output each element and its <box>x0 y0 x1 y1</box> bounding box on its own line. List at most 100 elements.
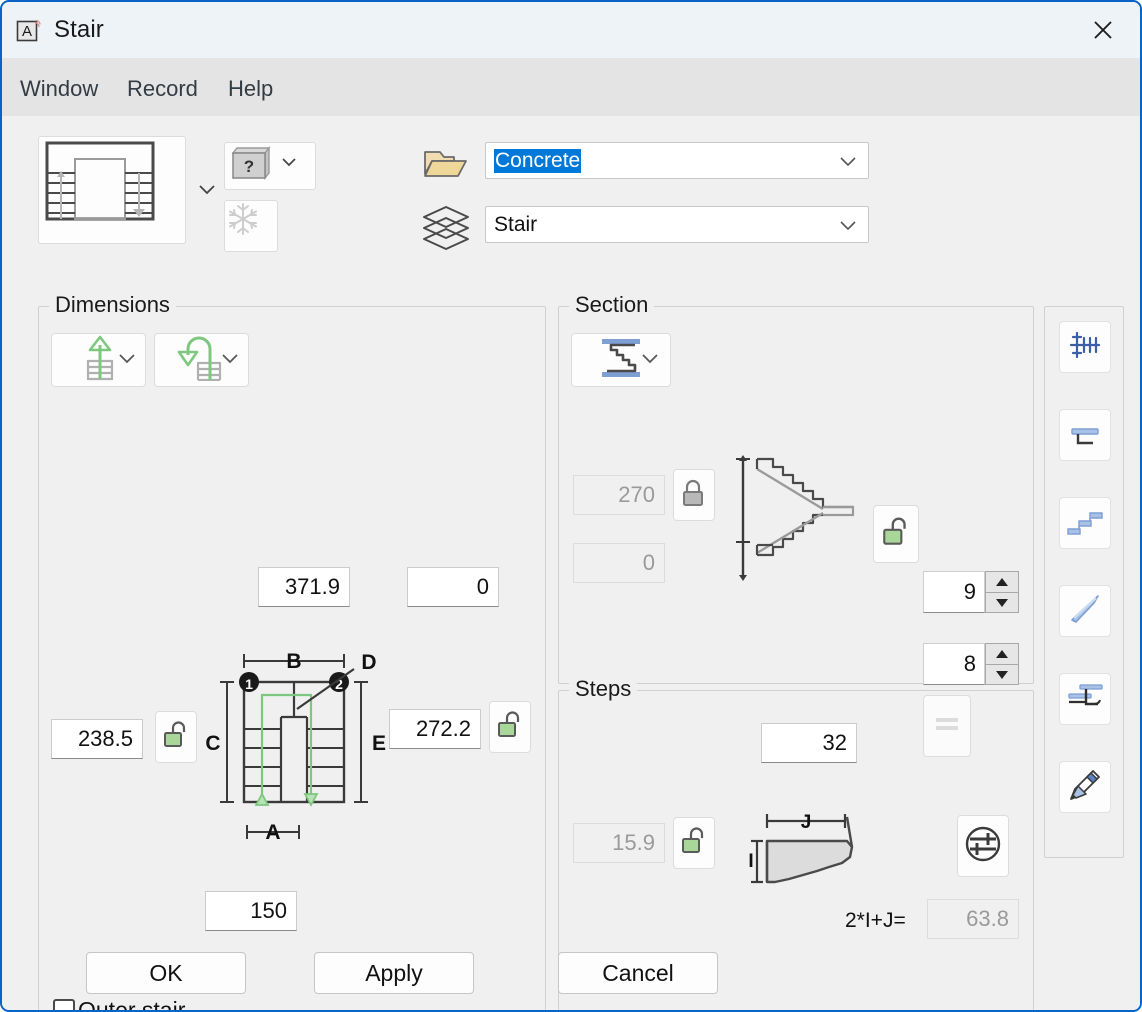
triangle-up-icon[interactable] <box>986 572 1018 592</box>
steps-settings-button[interactable] <box>957 815 1009 877</box>
layer-value: Stair <box>494 213 538 236</box>
stair-plan-preview-icon <box>39 141 161 229</box>
steps-legend: Steps <box>569 676 638 702</box>
layer-chevron-down-icon[interactable] <box>838 218 858 237</box>
sidebar-button-steps[interactable] <box>1059 497 1111 549</box>
title-bar: A Stair <box>2 2 1140 58</box>
svg-text:B: B <box>286 650 301 673</box>
triangle-down-icon[interactable] <box>986 665 1018 685</box>
unlocked-padlock-icon <box>496 710 524 745</box>
help-button[interactable]: ? <box>224 142 316 190</box>
pencil-edit-icon <box>1067 767 1103 808</box>
dimension-lock-left-button[interactable] <box>155 711 197 763</box>
svg-text:1: 1 <box>245 676 253 692</box>
material-combobox[interactable]: Concrete <box>485 142 869 179</box>
tools-sidebar <box>1044 306 1124 858</box>
snowflake-icon <box>225 203 261 241</box>
unlocked-padlock-icon <box>162 720 190 755</box>
section-height-input[interactable]: 270 <box>573 475 665 515</box>
menu-item-help[interactable]: Help <box>224 74 277 104</box>
stair-section-diagram <box>731 447 871 602</box>
section-risers-spin-buttons[interactable] <box>985 571 1019 613</box>
svg-text:E: E <box>372 732 386 755</box>
section-lock-height-button[interactable] <box>673 469 715 521</box>
section-treads-value[interactable]: 8 <box>923 643 985 685</box>
svg-text:A: A <box>22 23 32 40</box>
svg-text:C: C <box>205 732 220 755</box>
stair-turn-chevron-down-icon[interactable] <box>220 351 240 370</box>
checkbox-box <box>53 998 75 1010</box>
z-shape-stair-icon <box>597 335 645 386</box>
stair-steps-icon <box>1066 505 1104 542</box>
sidebar-button-edit[interactable] <box>1059 761 1111 813</box>
dimension-tread-a-input[interactable]: 150 <box>205 891 297 931</box>
steps-riser-i-input[interactable]: 15.9 <box>573 823 665 863</box>
dimension-lock-right-button[interactable] <box>489 701 531 753</box>
unlocked-padlock-icon <box>881 516 911 553</box>
section-baseline-input[interactable]: 0 <box>573 543 665 583</box>
stair-preview-button[interactable] <box>38 136 186 244</box>
svg-text:J: J <box>801 812 812 833</box>
svg-text:D: D <box>361 651 376 674</box>
section-group: Section 270 0 9 8 <box>558 292 1034 757</box>
dimension-width-right-input[interactable]: 272.2 <box>389 709 481 749</box>
sliders-circle-icon <box>962 823 1004 870</box>
stair-dialog-window: A Stair Window Record Help ? Concrete St… <box>0 0 1142 1012</box>
svg-text:I: I <box>748 851 753 872</box>
stair-direction-button[interactable] <box>51 333 146 387</box>
stringer-bar-icon <box>1067 591 1103 632</box>
grid-snap-icon <box>1067 327 1103 368</box>
open-folder-icon <box>423 146 469 185</box>
section-treads-spin-buttons[interactable] <box>985 643 1019 685</box>
menu-item-window[interactable]: Window <box>16 74 102 104</box>
step-profile-diagram: J I <box>747 809 877 904</box>
stair-turn-button[interactable] <box>154 333 249 387</box>
dimension-offset-input[interactable]: 0 <box>407 567 499 607</box>
close-icon[interactable] <box>1072 2 1134 58</box>
section-risers-value[interactable]: 9 <box>923 571 985 613</box>
sidebar-button-stringer[interactable] <box>1059 585 1111 637</box>
sidebar-button-grid-snap[interactable] <box>1059 321 1111 373</box>
freeze-button[interactable] <box>224 200 278 252</box>
triangle-down-icon[interactable] <box>986 593 1018 613</box>
apply-button[interactable]: Apply <box>314 952 474 994</box>
dialog-body: ? Concrete Stair Dimensions 371.9 0 B 1 … <box>2 116 1140 1010</box>
menu-bar: Window Record Help <box>2 58 1140 116</box>
handrail-end-icon <box>1067 415 1103 456</box>
steps-tread-j-input[interactable]: 32 <box>761 723 857 763</box>
material-value: Concrete <box>494 149 582 173</box>
svg-text:A: A <box>265 821 280 844</box>
arrow-up-stair-icon <box>75 335 123 386</box>
unlocked-padlock-icon <box>680 826 708 861</box>
outer-stair-checkbox[interactable]: Outer stair <box>53 997 186 1012</box>
layers-stack-icon <box>420 204 472 257</box>
dimension-total-length-input[interactable]: 371.9 <box>258 567 350 607</box>
section-legend: Section <box>569 292 655 318</box>
sidebar-button-landing[interactable] <box>1059 673 1111 725</box>
section-lock-risers-button[interactable] <box>873 505 919 563</box>
material-chevron-down-icon[interactable] <box>838 154 858 173</box>
triangle-up-icon[interactable] <box>986 644 1018 664</box>
stair-plan-diagram: B 1 2 D C E A <box>199 647 409 857</box>
stair-preview-chevron-down-icon[interactable] <box>194 176 220 202</box>
outer-stair-label: Outer stair <box>78 997 186 1012</box>
dimension-width-left-input[interactable]: 238.5 <box>51 719 143 759</box>
ok-button[interactable]: OK <box>86 952 246 994</box>
locked-padlock-icon <box>680 478 708 513</box>
landing-profile-icon <box>1066 680 1104 719</box>
dimensions-group: Dimensions 371.9 0 B 1 2 D C E A 238.5 2… <box>38 292 546 1012</box>
layer-combobox[interactable]: Stair <box>485 206 869 243</box>
steps-lock-riser-button[interactable] <box>673 817 715 869</box>
letter-a-icon: A <box>16 17 44 45</box>
dimensions-legend: Dimensions <box>49 292 176 318</box>
section-shape-button[interactable] <box>571 333 671 387</box>
menu-item-record[interactable]: Record <box>123 74 202 104</box>
section-shape-chevron-down-icon[interactable] <box>640 351 660 370</box>
sidebar-button-handrail[interactable] <box>1059 409 1111 461</box>
cancel-button[interactable]: Cancel <box>558 952 718 994</box>
steps-formula-label: 2*I+J= <box>845 909 906 932</box>
stair-direction-chevron-down-icon[interactable] <box>117 351 137 370</box>
page-title: Stair <box>54 16 104 43</box>
svg-text:?: ? <box>244 157 254 176</box>
steps-formula-result-input[interactable]: 63.8 <box>927 899 1019 939</box>
